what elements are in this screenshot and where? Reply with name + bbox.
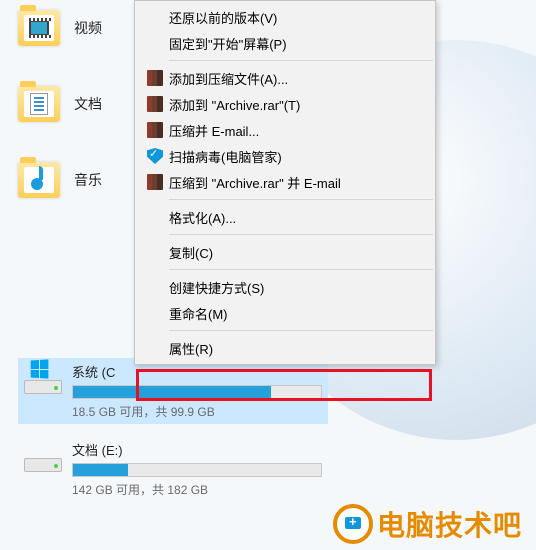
drive-usage-bar xyxy=(72,463,322,477)
menu-item-label: 扫描病毒(电脑管家) xyxy=(169,147,425,166)
books-icon xyxy=(147,96,163,112)
menu-item-label: 还原以前的版本(V) xyxy=(169,8,425,27)
drive-item-docs[interactable]: 文档 (E:) 142 GB 可用，共 182 GB xyxy=(18,436,328,502)
video-icon xyxy=(29,20,49,36)
brand-logo-icon xyxy=(333,504,373,544)
library-item-documents[interactable]: 文档 xyxy=(18,86,138,122)
drive-subtext: 18.5 GB 可用，共 99.9 GB xyxy=(72,403,322,420)
menu-item-compress-email[interactable]: 压缩并 E-mail... xyxy=(137,117,433,143)
books-icon xyxy=(147,70,163,86)
drive-item-system[interactable]: 系统 (C 18.5 GB 可用，共 99.9 GB xyxy=(18,358,328,424)
menu-item-restore-prev[interactable]: 还原以前的版本(V) xyxy=(137,4,433,30)
drive-subtext: 142 GB 可用，共 182 GB xyxy=(72,481,322,498)
library-label: 音乐 xyxy=(74,170,102,190)
music-icon xyxy=(31,170,47,190)
menu-item-label: 创建快捷方式(S) xyxy=(169,278,425,297)
menu-separator xyxy=(169,269,433,270)
menu-item-label: 添加到压缩文件(A)... xyxy=(169,69,425,88)
drive-title: 文档 (E:) xyxy=(72,440,322,459)
menu-separator xyxy=(169,330,433,331)
folder-icon xyxy=(18,162,60,198)
menu-item-label: 复制(C) xyxy=(169,243,425,262)
menu-item-properties[interactable]: 属性(R) xyxy=(137,335,433,361)
books-icon xyxy=(147,122,163,138)
menu-item-copy[interactable]: 复制(C) xyxy=(137,239,433,265)
menu-item-label: 属性(R) xyxy=(169,339,425,358)
brand-text: 电脑技术吧 xyxy=(377,504,522,544)
menu-item-rar-and-email[interactable]: 压缩到 "Archive.rar" 并 E-mail xyxy=(137,169,433,195)
menu-item-label: 添加到 "Archive.rar"(T) xyxy=(169,95,425,114)
menu-item-label: 压缩并 E-mail... xyxy=(169,121,425,140)
watermark: 电脑技术吧 xyxy=(333,504,522,544)
library-item-videos[interactable]: 视频 xyxy=(18,10,138,46)
shield-icon xyxy=(147,148,163,164)
menu-item-rename[interactable]: 重命名(M) xyxy=(137,300,433,326)
drive-list: 系统 (C 18.5 GB 可用，共 99.9 GB 文档 (E:) 142 G… xyxy=(18,358,328,514)
menu-item-create-shortcut[interactable]: 创建快捷方式(S) xyxy=(137,274,433,300)
menu-item-format[interactable]: 格式化(A)... xyxy=(137,204,433,230)
menu-item-add-to-rar[interactable]: 添加到 "Archive.rar"(T) xyxy=(137,91,433,117)
menu-item-label: 重命名(M) xyxy=(169,304,425,323)
menu-item-label: 固定到"开始"屏幕(P) xyxy=(169,34,425,53)
library-list: 视频 文档 音乐 xyxy=(18,10,138,238)
menu-item-label: 格式化(A)... xyxy=(169,208,425,227)
menu-item-pin-start[interactable]: 固定到"开始"屏幕(P) xyxy=(137,30,433,56)
books-icon xyxy=(147,174,163,190)
windows-logo-icon xyxy=(31,359,49,378)
menu-item-add-to-archive[interactable]: 添加到压缩文件(A)... xyxy=(137,65,433,91)
menu-separator xyxy=(169,199,433,200)
drive-icon xyxy=(24,362,62,394)
library-label: 视频 xyxy=(74,18,102,38)
library-label: 文档 xyxy=(74,94,102,114)
drive-usage-bar xyxy=(72,385,322,399)
document-icon xyxy=(30,93,48,115)
context-menu: 还原以前的版本(V) 固定到"开始"屏幕(P) 添加到压缩文件(A)... 添加到 "… xyxy=(134,0,436,365)
menu-separator xyxy=(169,60,433,61)
menu-item-label: 压缩到 "Archive.rar" 并 E-mail xyxy=(169,173,425,192)
menu-item-scan-virus[interactable]: 扫描病毒(电脑管家) xyxy=(137,143,433,169)
drive-icon xyxy=(24,440,62,472)
folder-icon xyxy=(18,86,60,122)
folder-icon xyxy=(18,10,60,46)
menu-separator xyxy=(169,234,433,235)
library-item-music[interactable]: 音乐 xyxy=(18,162,138,198)
